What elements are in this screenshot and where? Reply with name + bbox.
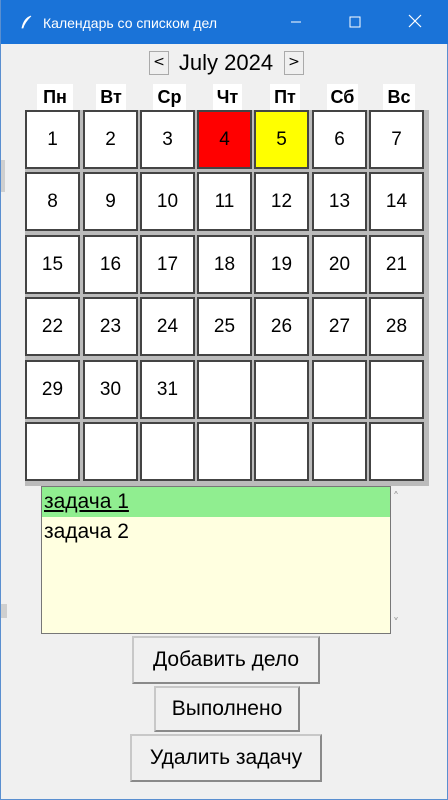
day-cell-25[interactable]: 25 — [197, 297, 252, 356]
day-cell-20[interactable]: 20 — [312, 235, 367, 294]
task-item[interactable]: задача 2 — [42, 517, 390, 547]
day-cell-9[interactable]: 9 — [83, 172, 138, 231]
day-cell-27[interactable]: 27 — [312, 297, 367, 356]
day-cell-21[interactable]: 21 — [369, 235, 424, 294]
day-cell-2[interactable]: 2 — [83, 110, 138, 169]
day-cell-4[interactable]: 4 — [197, 110, 252, 169]
feather-icon — [19, 14, 35, 30]
maximize-button[interactable] — [332, 0, 378, 44]
day-cell-6[interactable]: 6 — [312, 110, 367, 169]
weekday-header: Сб — [327, 84, 358, 110]
day-cell-26[interactable]: 26 — [254, 297, 309, 356]
weekday-header: Пн — [37, 84, 73, 110]
day-cell-23[interactable]: 23 — [83, 297, 138, 356]
empty-day-cell — [83, 422, 138, 481]
close-button[interactable] — [392, 0, 438, 44]
background-fragment — [1, 160, 5, 192]
day-cell-14[interactable]: 14 — [369, 172, 424, 231]
day-cell-30[interactable]: 30 — [83, 360, 138, 419]
prev-month-button[interactable]: < — [149, 51, 169, 75]
empty-day-cell — [197, 422, 252, 481]
empty-day-cell — [369, 422, 424, 481]
day-cell-12[interactable]: 12 — [254, 172, 309, 231]
add-task-button[interactable]: Добавить дело — [132, 636, 320, 684]
day-cell-17[interactable]: 17 — [140, 235, 195, 294]
scroll-up-icon[interactable]: ˄ — [393, 490, 399, 504]
weekday-header: Чт — [213, 84, 242, 110]
day-cell-5[interactable]: 5 — [254, 110, 309, 169]
task-item[interactable]: задача 1 — [42, 487, 390, 517]
app-window: Календарь со списком дел < July 2024 > П… — [0, 0, 448, 800]
weekday-header: Пт — [270, 84, 300, 110]
day-cell-19[interactable]: 19 — [254, 235, 309, 294]
task-label: задача 2 — [44, 520, 129, 543]
weekday-header: Вс — [383, 84, 415, 110]
task-list[interactable]: задача 1 задача 2 — [41, 486, 391, 634]
delete-task-button[interactable]: Удалить задачу — [130, 734, 322, 782]
done-button[interactable]: Выполнено — [154, 686, 300, 732]
day-cell-18[interactable]: 18 — [197, 235, 252, 294]
background-fragment — [1, 604, 7, 618]
weekday-header: Вт — [96, 84, 126, 110]
empty-day-cell — [312, 422, 367, 481]
window-title: Календарь со списком дел — [43, 15, 218, 31]
empty-day-cell — [25, 422, 80, 481]
scroll-down-icon[interactable]: ˅ — [393, 616, 399, 630]
close-icon — [408, 13, 422, 32]
day-cell-31[interactable]: 31 — [140, 360, 195, 419]
day-cell-11[interactable]: 11 — [197, 172, 252, 231]
day-cell-28[interactable]: 28 — [369, 297, 424, 356]
day-cell-29[interactable]: 29 — [25, 360, 80, 419]
day-cell-1[interactable]: 1 — [25, 110, 80, 169]
day-cell-16[interactable]: 16 — [83, 235, 138, 294]
day-cell-10[interactable]: 10 — [140, 172, 195, 231]
day-cell-24[interactable]: 24 — [140, 297, 195, 356]
minimize-button[interactable] — [273, 0, 319, 44]
empty-day-cell — [197, 360, 252, 419]
day-cell-7[interactable]: 7 — [369, 110, 424, 169]
empty-day-cell — [254, 422, 309, 481]
maximize-icon — [349, 13, 361, 32]
empty-day-cell — [312, 360, 367, 419]
task-label: задача 1 — [44, 490, 129, 513]
calendar-grid: 1 2 3 4 5 6 7 8 9 10 11 12 13 14 15 16 17 18 19 20 21 22 23 24 2… — [25, 110, 429, 486]
day-cell-22[interactable]: 22 — [25, 297, 80, 356]
day-cell-8[interactable]: 8 — [25, 172, 80, 231]
empty-day-cell — [369, 360, 424, 419]
empty-day-cell — [140, 422, 195, 481]
title-bar[interactable]: Календарь со списком дел — [1, 0, 448, 44]
weekday-header: Ср — [153, 84, 186, 110]
day-cell-13[interactable]: 13 — [312, 172, 367, 231]
next-month-button[interactable]: > — [284, 51, 304, 75]
day-cell-15[interactable]: 15 — [25, 235, 80, 294]
day-cell-3[interactable]: 3 — [140, 110, 195, 169]
empty-day-cell — [254, 360, 309, 419]
minimize-icon — [290, 13, 302, 32]
month-label: July 2024 — [178, 50, 274, 75]
